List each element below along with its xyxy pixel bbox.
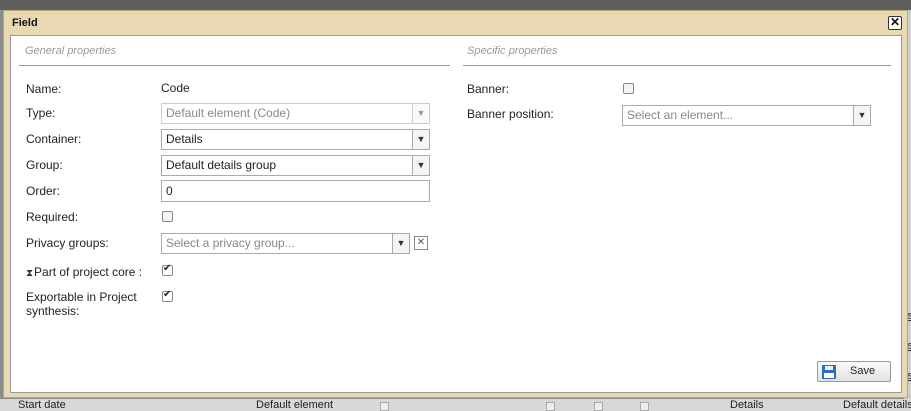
chevron-down-icon: ▼ bbox=[412, 130, 429, 149]
chevron-down-icon: ▼ bbox=[853, 106, 870, 125]
background-cell: Start date bbox=[18, 399, 66, 411]
specific-properties-title: Specific properties bbox=[467, 45, 558, 57]
name-value: Code bbox=[161, 81, 190, 95]
privacy-groups-placeholder: Select a privacy group... bbox=[166, 236, 295, 250]
dialog-body: General properties Name: Code Type: Defa… bbox=[10, 35, 902, 393]
container-select-value: Details bbox=[166, 132, 203, 146]
type-select-value: Default element (Code) bbox=[166, 106, 291, 120]
hourglass-icon: ⧗ bbox=[26, 268, 34, 279]
background-checkbox bbox=[640, 402, 649, 411]
dialog-title: Field bbox=[12, 17, 38, 29]
close-icon[interactable]: ✕ bbox=[888, 16, 902, 30]
background-cell: Details bbox=[730, 399, 764, 411]
background-cell: Default element bbox=[256, 399, 334, 411]
field-dialog: Field ✕ General properties Name: Code Ty… bbox=[3, 10, 908, 398]
required-checkbox[interactable] bbox=[162, 211, 173, 222]
exportable-label: Exportable in Project bbox=[26, 290, 137, 304]
privacy-groups-label: Privacy groups: bbox=[26, 236, 109, 250]
type-select[interactable]: Default element (Code) ▼ bbox=[161, 103, 430, 124]
section-divider bbox=[463, 65, 891, 66]
order-label: Order: bbox=[26, 184, 61, 198]
chevron-down-icon: ▼ bbox=[412, 104, 429, 123]
type-label: Type: bbox=[26, 106, 56, 120]
general-properties-title: General properties bbox=[25, 45, 117, 57]
exportable-checkbox[interactable] bbox=[162, 289, 173, 302]
banner-label: Banner: bbox=[467, 82, 510, 96]
save-button-label: Save bbox=[850, 365, 876, 377]
group-select-value: Default details group bbox=[166, 158, 277, 172]
save-button[interactable]: Save bbox=[817, 361, 891, 382]
container-select[interactable]: Details ▼ bbox=[161, 129, 430, 150]
background-cell: Default details bbox=[843, 399, 911, 411]
chevron-down-icon: ▼ bbox=[392, 234, 409, 253]
group-select[interactable]: Default details group ▼ bbox=[161, 155, 430, 176]
banner-position-placeholder: Select an element... bbox=[627, 108, 734, 122]
background-header bbox=[0, 0, 911, 10]
name-label: Name: bbox=[26, 82, 62, 96]
project-core-label: ⧗Part of project core : bbox=[26, 265, 143, 279]
chevron-down-icon: ▼ bbox=[412, 156, 429, 175]
exportable-label-cont: synthesis: bbox=[26, 304, 80, 318]
floppy-disk-icon bbox=[822, 365, 836, 379]
order-input[interactable]: 0 bbox=[161, 180, 430, 202]
banner-position-label: Banner position: bbox=[467, 107, 554, 121]
section-divider bbox=[19, 65, 450, 66]
group-label: Group: bbox=[26, 158, 63, 172]
background-checkbox bbox=[594, 402, 603, 411]
required-label: Required: bbox=[26, 210, 79, 224]
banner-checkbox[interactable] bbox=[623, 83, 634, 94]
background-checkbox bbox=[546, 402, 555, 411]
background-table-row: Start date Default element Details Defau… bbox=[0, 399, 911, 411]
container-label: Container: bbox=[26, 132, 82, 146]
banner-position-select[interactable]: Select an element... ▼ bbox=[622, 105, 871, 126]
project-core-checkbox[interactable] bbox=[162, 263, 173, 276]
privacy-groups-select[interactable]: Select a privacy group... ▼ bbox=[161, 233, 410, 254]
background-checkbox bbox=[380, 402, 389, 411]
clear-icon[interactable]: ✕ bbox=[414, 236, 428, 250]
